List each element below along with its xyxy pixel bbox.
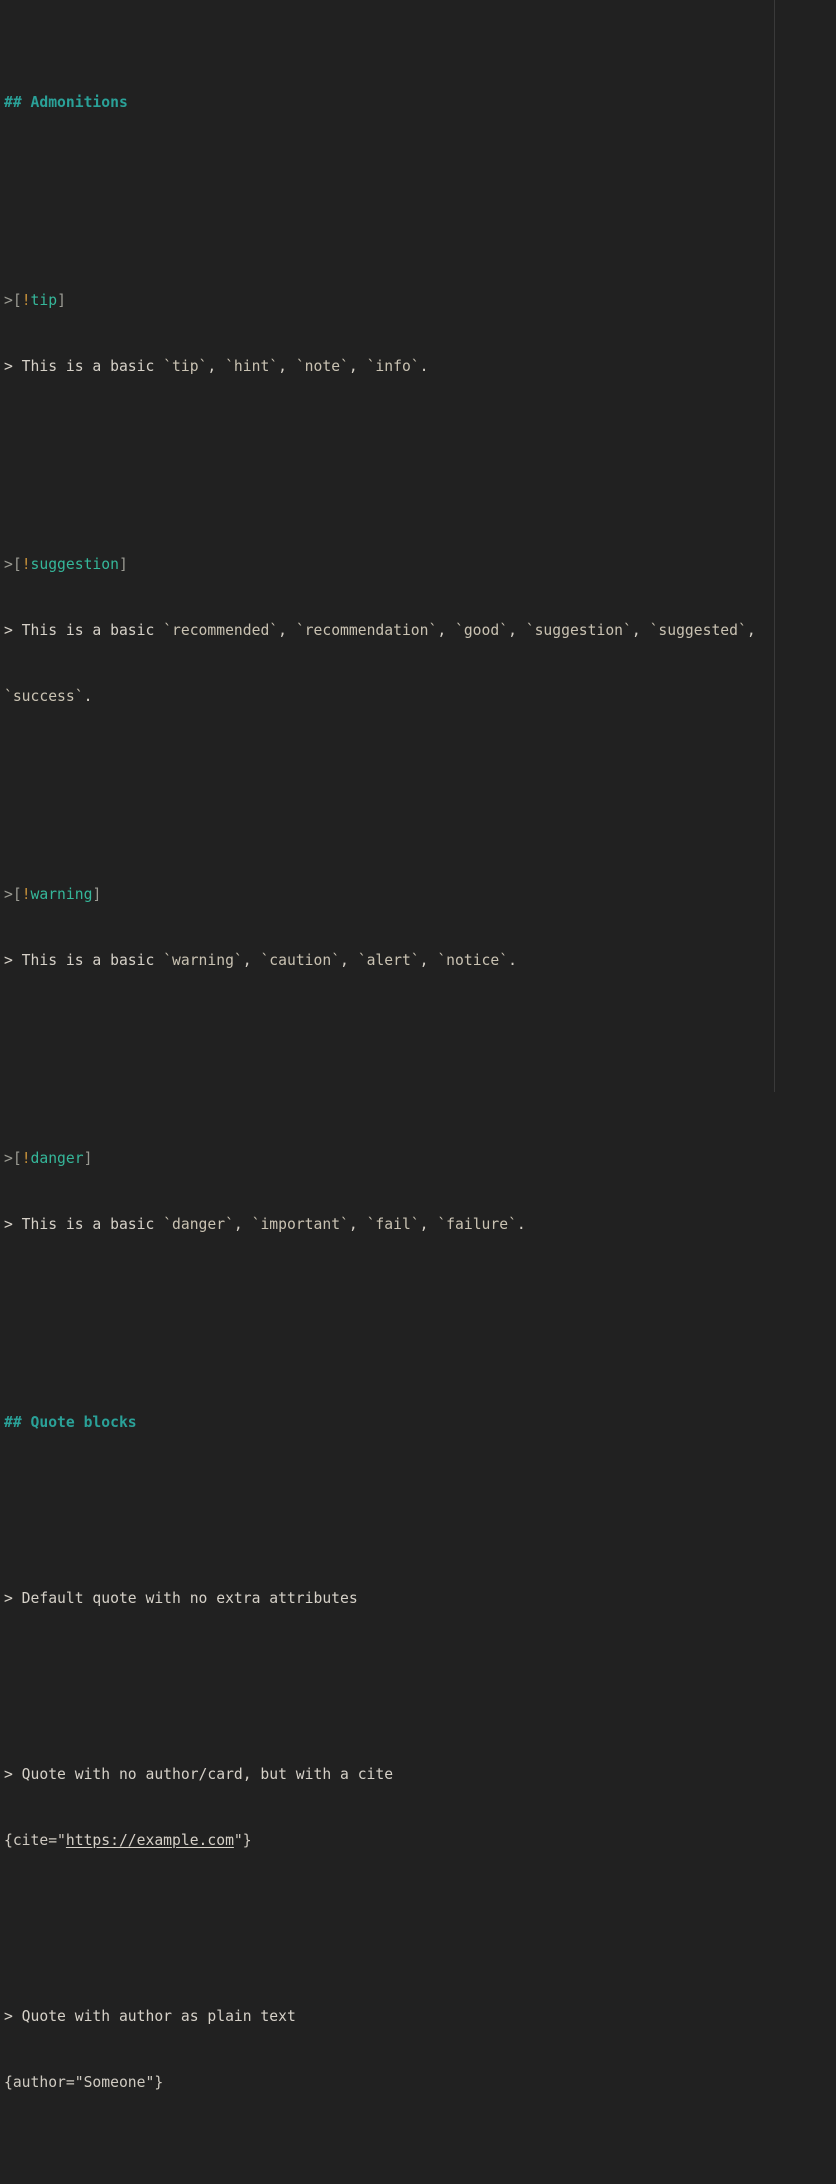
admonition-keyword: tip <box>30 292 58 309</box>
source-code-area[interactable]: ## Admonitions >[!tip] > This is a basic… <box>0 4 836 2184</box>
attr-open: {cite=" <box>4 1832 66 1849</box>
heading-admonitions: ## Admonitions <box>4 92 836 114</box>
bang-icon: ! <box>21 886 31 903</box>
bang-icon: ! <box>21 556 31 573</box>
separator: , <box>242 952 261 969</box>
blockquote-gt: > <box>4 556 13 573</box>
quote-default: > Default quote with no extra attributes <box>4 1588 836 1610</box>
bracket-close: ] <box>92 886 102 903</box>
bang-icon: ! <box>21 1150 31 1167</box>
separator: , <box>278 622 296 639</box>
separator: , <box>631 622 650 639</box>
body-prefix: > This is a basic <box>4 622 164 639</box>
separator: , <box>207 358 226 375</box>
inline-code: `suggestion` <box>525 622 632 639</box>
inline-code: `caution` <box>260 952 341 969</box>
admonition-marker-danger: >[!danger] <box>4 1148 836 1170</box>
inline-code: `danger` <box>163 1216 234 1233</box>
admonition-keyword: warning <box>30 886 93 903</box>
inline-code: `warning` <box>163 952 243 969</box>
quote-line: > Quote with no author/card, but with a … <box>4 1766 394 1783</box>
period: . <box>83 688 93 705</box>
separator: , <box>419 952 438 969</box>
admonition-body-warning: > This is a basic `warning`, `caution`, … <box>4 950 836 972</box>
inline-code: `success` <box>4 688 84 705</box>
quote-author-plain: > Quote with author as plain text <box>4 2006 836 2028</box>
quote-cite-only: > Quote with no author/card, but with a … <box>4 1764 836 1786</box>
inline-code: `recommendation` <box>295 622 438 639</box>
body-prefix: > This is a basic <box>4 1216 164 1233</box>
inline-code: `good` <box>455 622 509 639</box>
body-prefix: > This is a basic <box>4 952 164 969</box>
separator: , <box>340 952 358 969</box>
heading-admonitions-text: ## Admonitions <box>4 94 128 111</box>
bracket-open: [ <box>12 556 22 573</box>
quote-author-plain-attrs: {author="Someone"} <box>4 2072 836 2094</box>
quote-line: > Default quote with no extra attributes <box>4 1590 358 1607</box>
separator: , <box>419 1216 438 1233</box>
admonition-body-tip: > This is a basic `tip`, `hint`, `note`,… <box>4 356 836 378</box>
quote-line: > Quote with author as plain text <box>4 2008 296 2025</box>
blockquote-gt: > <box>4 1150 13 1167</box>
bang-icon: ! <box>21 292 31 309</box>
period: . <box>508 952 517 969</box>
inline-code: `failure` <box>437 1216 517 1233</box>
inline-code: `hint` <box>225 358 279 375</box>
attr-close: "} <box>233 1832 252 1849</box>
admonition-keyword: suggestion <box>30 556 119 573</box>
bracket-open: [ <box>12 292 22 309</box>
admonition-keyword: danger <box>30 1150 84 1167</box>
body-prefix: > This is a basic <box>4 358 164 375</box>
bracket-open: [ <box>12 1150 22 1167</box>
bracket-close: ] <box>118 556 128 573</box>
attr-block: {author="Someone"} <box>4 2074 164 2091</box>
period: . <box>419 358 429 375</box>
separator: , <box>278 358 296 375</box>
separator: , <box>233 1216 252 1233</box>
inline-code: `notice` <box>437 952 509 969</box>
inline-code: `alert` <box>357 952 420 969</box>
heading-quote-blocks-text: ## Quote blocks <box>4 1414 137 1431</box>
markdown-source-editor[interactable]: ## Admonitions >[!tip] > This is a basic… <box>0 0 836 2091</box>
separator: , <box>746 622 756 639</box>
separator: , <box>348 358 367 375</box>
admonition-body-danger: > This is a basic `danger`, `important`,… <box>4 1214 836 1236</box>
blockquote-gt: > <box>4 886 13 903</box>
inline-code: `suggested` <box>649 622 747 639</box>
heading-quote-blocks: ## Quote blocks <box>4 1412 836 1434</box>
inline-code: `recommended` <box>163 622 279 639</box>
admonition-marker-suggestion: >[!suggestion] <box>4 554 836 576</box>
admonition-marker-warning: >[!warning] <box>4 884 836 906</box>
separator: , <box>348 1216 367 1233</box>
bracket-close: ] <box>57 292 66 309</box>
blockquote-gt: > <box>4 292 13 309</box>
inline-code: `fail` <box>366 1216 420 1233</box>
admonition-body-suggestion-wrap: `success`. <box>4 686 836 708</box>
bracket-open: [ <box>12 886 22 903</box>
cite-url[interactable]: https://example.com <box>66 1832 234 1849</box>
inline-code: `tip` <box>163 358 208 375</box>
inline-code: `important` <box>251 1216 349 1233</box>
admonition-body-suggestion: > This is a basic `recommended`, `recomm… <box>4 620 836 642</box>
separator: , <box>508 622 526 639</box>
admonition-marker-tip: >[!tip] <box>4 290 836 312</box>
inline-code: `info` <box>366 358 420 375</box>
bracket-close: ] <box>83 1150 93 1167</box>
period: . <box>516 1216 526 1233</box>
separator: , <box>437 622 455 639</box>
quote-cite-only-attrs: {cite="https://example.com"} <box>4 1830 836 1852</box>
inline-code: `note` <box>295 358 349 375</box>
